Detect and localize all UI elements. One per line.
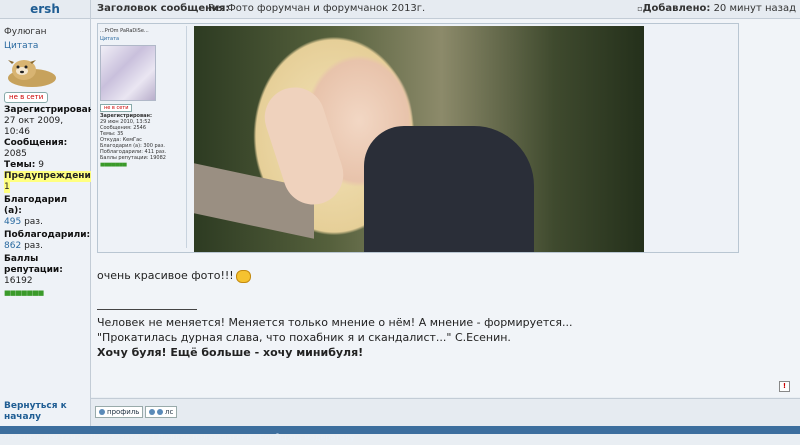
thanked-label: Благодарил (а): [4, 195, 68, 216]
subject-text: Re: Фото форумчан и форумчанок 2013г. [208, 3, 426, 14]
message-text: очень красивое фото!!! [97, 269, 251, 283]
profile-button[interactable]: профиль [95, 406, 144, 418]
quote-link[interactable]: Цитата [4, 41, 86, 52]
reputation-value: 16192 [4, 276, 33, 286]
report-icon[interactable]: ! [779, 381, 790, 392]
profile-label: профиль [107, 408, 140, 416]
user-rank: Фулюган [4, 27, 47, 37]
thanked-value[interactable]: 495 [4, 217, 21, 227]
signature-line-1: Человек не меняется! Меняется только мне… [97, 316, 573, 329]
warnings-value: 1 [4, 182, 10, 193]
photo-dress [364, 126, 534, 252]
registered-label: Зарегистрирован: [4, 105, 98, 115]
topics-value: 9 [38, 160, 44, 170]
pm-button[interactable]: лс [145, 406, 178, 418]
post-footer: профиль лс [91, 398, 800, 427]
thanks-unit: раз. [24, 241, 43, 251]
thanks-label: Поблагодарили: [4, 230, 91, 240]
back-to-top-link[interactable]: Вернуться к началу [4, 401, 84, 423]
reputation-label: Баллы репутации: [4, 254, 63, 275]
embedded-username: ...PrOm PaRaDiSe... [100, 28, 149, 34]
forum-post: ersh Фулюган Цитата не в сети Зарегистри… [0, 0, 800, 442]
bottom-nav-text[interactable]: Отметить все темы | Пользователи | Лучши… [0, 433, 355, 442]
signature-divider [97, 309, 197, 310]
bottom-nav-bar: Отметить все темы | Пользователи | Лучши… [0, 426, 800, 442]
reputation-stars: ■■■■■■■ [4, 289, 44, 297]
warnings-label: Предупреждения: [4, 171, 101, 182]
embedded-reputation: Баллы репутации: 19082 [100, 155, 166, 161]
embedded-avatar [100, 45, 156, 101]
topics-label: Темы: [4, 160, 36, 170]
signature-line-2: "Прокатилась дурная слава, что похабник … [97, 331, 511, 344]
username[interactable]: ersh [0, 0, 90, 19]
pm-icon [149, 409, 155, 415]
signature-line-3: Хочу буля! Ещё больше - хочу минибуля! [97, 346, 364, 359]
embedded-status-badge: не в сети [100, 104, 133, 112]
user-info-column: ersh Фулюган Цитата не в сети Зарегистри… [0, 0, 101, 434]
profile-icon [99, 409, 105, 415]
post-body: ...PrOm PaRaDiSe... Цитата не в сети Зар… [91, 19, 800, 397]
pm-icon-2 [157, 409, 163, 415]
added-value: 20 минут назад [713, 3, 796, 14]
posts-value[interactable]: 2085 [4, 149, 27, 159]
embedded-screenshot: ...PrOm PaRaDiSe... Цитата не в сети Зар… [97, 23, 739, 253]
smiley-icon [235, 269, 251, 283]
offline-status-badge: не в сети [4, 92, 49, 103]
pm-label: лс [165, 408, 174, 416]
embedded-user-info: ...PrOm PaRaDiSe... Цитата не в сети Зар… [100, 26, 187, 248]
bulldog-avatar-icon [8, 60, 56, 87]
posts-label: Сообщения: [4, 138, 68, 148]
added-label: Добавлено: [642, 3, 711, 14]
message-text-content: очень красивое фото!!! [97, 269, 234, 282]
post-header: Заголовок сообщения: Re: Фото форумчан и… [91, 0, 800, 19]
embedded-stars: ■■■■■■■ [100, 162, 127, 168]
photo-image [194, 26, 644, 252]
embedded-quote: Цитата [100, 36, 120, 42]
thanked-unit: раз. [24, 217, 43, 227]
added-info: ▫Добавлено: 20 минут назад [637, 0, 796, 18]
registered-value: 27 окт 2009, 10:46 [4, 116, 64, 137]
thanks-value[interactable]: 862 [4, 241, 21, 251]
avatar [4, 56, 60, 88]
